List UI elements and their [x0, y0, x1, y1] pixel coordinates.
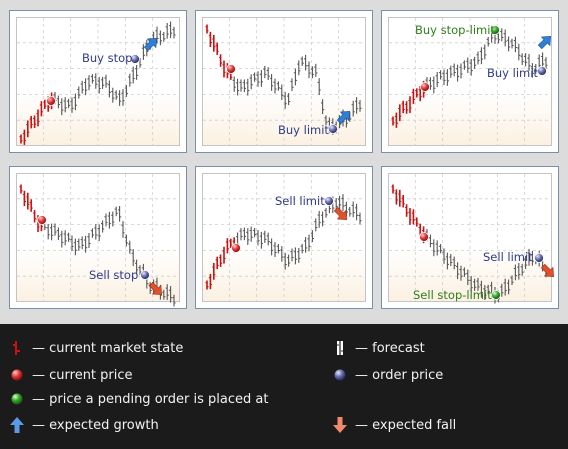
green-dot-icon	[6, 388, 28, 410]
growth-arrow-icon	[143, 38, 157, 52]
panel-buy-limit: Buy limit	[195, 10, 373, 153]
up-arrow-icon	[6, 414, 28, 436]
legend-item-expected-fall: — expected fall	[329, 414, 456, 436]
label-sell-stop-limit: Sell stop-limit	[413, 288, 492, 302]
legend-label: — current price	[32, 367, 133, 383]
legend-item-order-price: — order price	[329, 364, 443, 386]
order-price-dot	[328, 124, 338, 134]
current-price-dot	[420, 82, 430, 92]
label-sell-limit: Sell limit	[483, 250, 533, 264]
label-sell-limit: Sell limit	[275, 194, 325, 208]
panel-chart	[17, 174, 179, 307]
growth-arrow-icon	[336, 111, 350, 125]
legend-item-market-state: — current market state	[6, 337, 183, 359]
current-price-dot	[419, 232, 429, 242]
legend-item-forecast: — forecast	[329, 337, 425, 359]
fall-arrow-icon	[333, 206, 347, 220]
legend: — current market state — forecast — curr…	[0, 326, 568, 449]
label-buy-limit: Buy limit	[487, 66, 538, 80]
label-buy-stop: Buy stop	[82, 51, 133, 65]
legend-item-pending-price: — price a pending order is placed at	[6, 388, 268, 410]
legend-label: — current market state	[32, 340, 184, 356]
legend-label: — forecast	[355, 340, 425, 356]
blue-dot-icon	[329, 364, 351, 386]
panels-area: Buy stop Buy limit Buy stop-limit Buy li…	[0, 0, 568, 324]
legend-label: — order price	[355, 367, 444, 383]
order-types-diagram: Buy stop Buy limit Buy stop-limit Buy li…	[0, 0, 568, 449]
panel-chart	[17, 18, 179, 145]
current-price-dot	[231, 243, 241, 253]
forecast-bar-icon	[329, 337, 351, 359]
label-buy-limit: Buy limit	[278, 123, 329, 137]
current-price-dot	[37, 215, 47, 225]
fall-arrow-icon	[540, 263, 554, 277]
order-price-dot	[324, 196, 334, 206]
current-price-dot	[226, 64, 236, 74]
legend-label: — expected growth	[32, 417, 159, 433]
market-bar-icon	[6, 337, 28, 359]
order-price-dot	[534, 253, 544, 263]
legend-label: — price a pending order is placed at	[32, 391, 269, 407]
panel-sell-limit: Sell limit	[195, 166, 373, 309]
panel-buy-stop-limit: Buy stop-limit Buy limit	[381, 10, 559, 153]
down-arrow-icon	[329, 414, 351, 436]
order-price-dot	[140, 270, 150, 280]
panel-chart	[203, 174, 365, 301]
pending-price-dot	[491, 290, 501, 300]
red-dot-icon	[6, 364, 28, 386]
current-price-dot	[46, 96, 56, 106]
legend-item-expected-growth: — expected growth	[6, 414, 159, 436]
panel-buy-stop: Buy stop	[9, 10, 187, 153]
panel-sell-stop: Sell stop	[9, 166, 187, 309]
panel-sell-stop-limit: Sell limit Sell stop-limit	[381, 166, 559, 309]
legend-label: — expected fall	[355, 417, 457, 433]
legend-item-current-price: — current price	[6, 364, 133, 386]
label-sell-stop: Sell stop	[89, 268, 139, 282]
label-buy-stop-limit: Buy stop-limit	[415, 23, 495, 37]
growth-arrow-icon	[537, 36, 551, 50]
order-price-dot	[537, 66, 547, 76]
